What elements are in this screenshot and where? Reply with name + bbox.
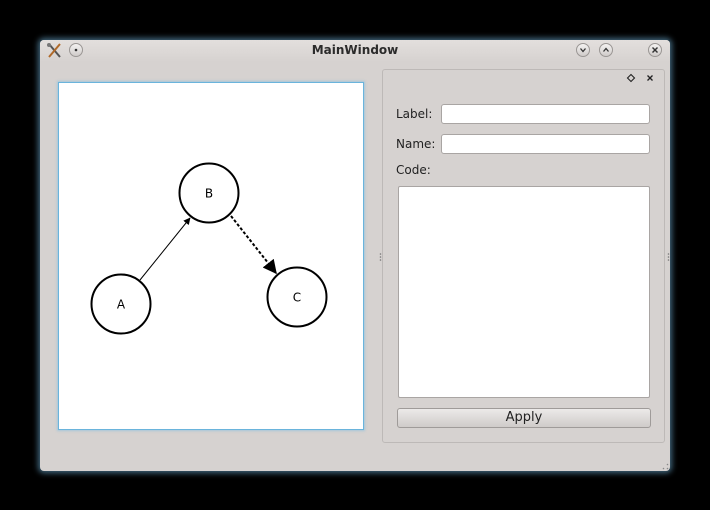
apply-button[interactable]: Apply (397, 408, 651, 428)
edge-b-c[interactable] (230, 215, 277, 275)
title-bar[interactable]: MainWindow (40, 40, 670, 62)
minimize-button[interactable] (576, 43, 590, 57)
graph-canvas[interactable]: A B C (58, 82, 364, 430)
node-a[interactable]: A (90, 273, 152, 335)
node-b[interactable]: B (178, 162, 240, 224)
node-c-label: C (293, 291, 301, 305)
close-button[interactable] (648, 43, 662, 57)
code-caption: Code: (396, 163, 431, 177)
node-b-label: B (205, 187, 213, 201)
label-caption: Label: (396, 107, 433, 121)
name-input[interactable] (441, 134, 650, 154)
dock-close-button[interactable] (644, 72, 656, 84)
main-window: MainWindow A B C Label: Name: Code: Appl… (40, 40, 670, 471)
chevron-down-icon (580, 48, 586, 53)
chevron-up-icon (603, 47, 609, 52)
maximize-button[interactable] (599, 43, 613, 57)
close-icon (647, 75, 653, 81)
name-caption: Name: (396, 137, 436, 151)
dock-float-button[interactable] (625, 72, 637, 84)
float-diamond-icon (626, 73, 636, 83)
node-c[interactable]: C (266, 266, 328, 328)
size-grip[interactable] (662, 463, 669, 470)
dock-resize-handle[interactable] (667, 252, 670, 262)
code-editor[interactable] (398, 186, 650, 398)
graph-drawing: A B C (90, 162, 328, 335)
node-a-label: A (117, 298, 126, 312)
label-input[interactable] (441, 104, 650, 124)
edge-a-b[interactable] (139, 217, 191, 281)
close-icon (652, 47, 658, 53)
properties-dock: Label: Name: Code: Apply (382, 69, 665, 443)
